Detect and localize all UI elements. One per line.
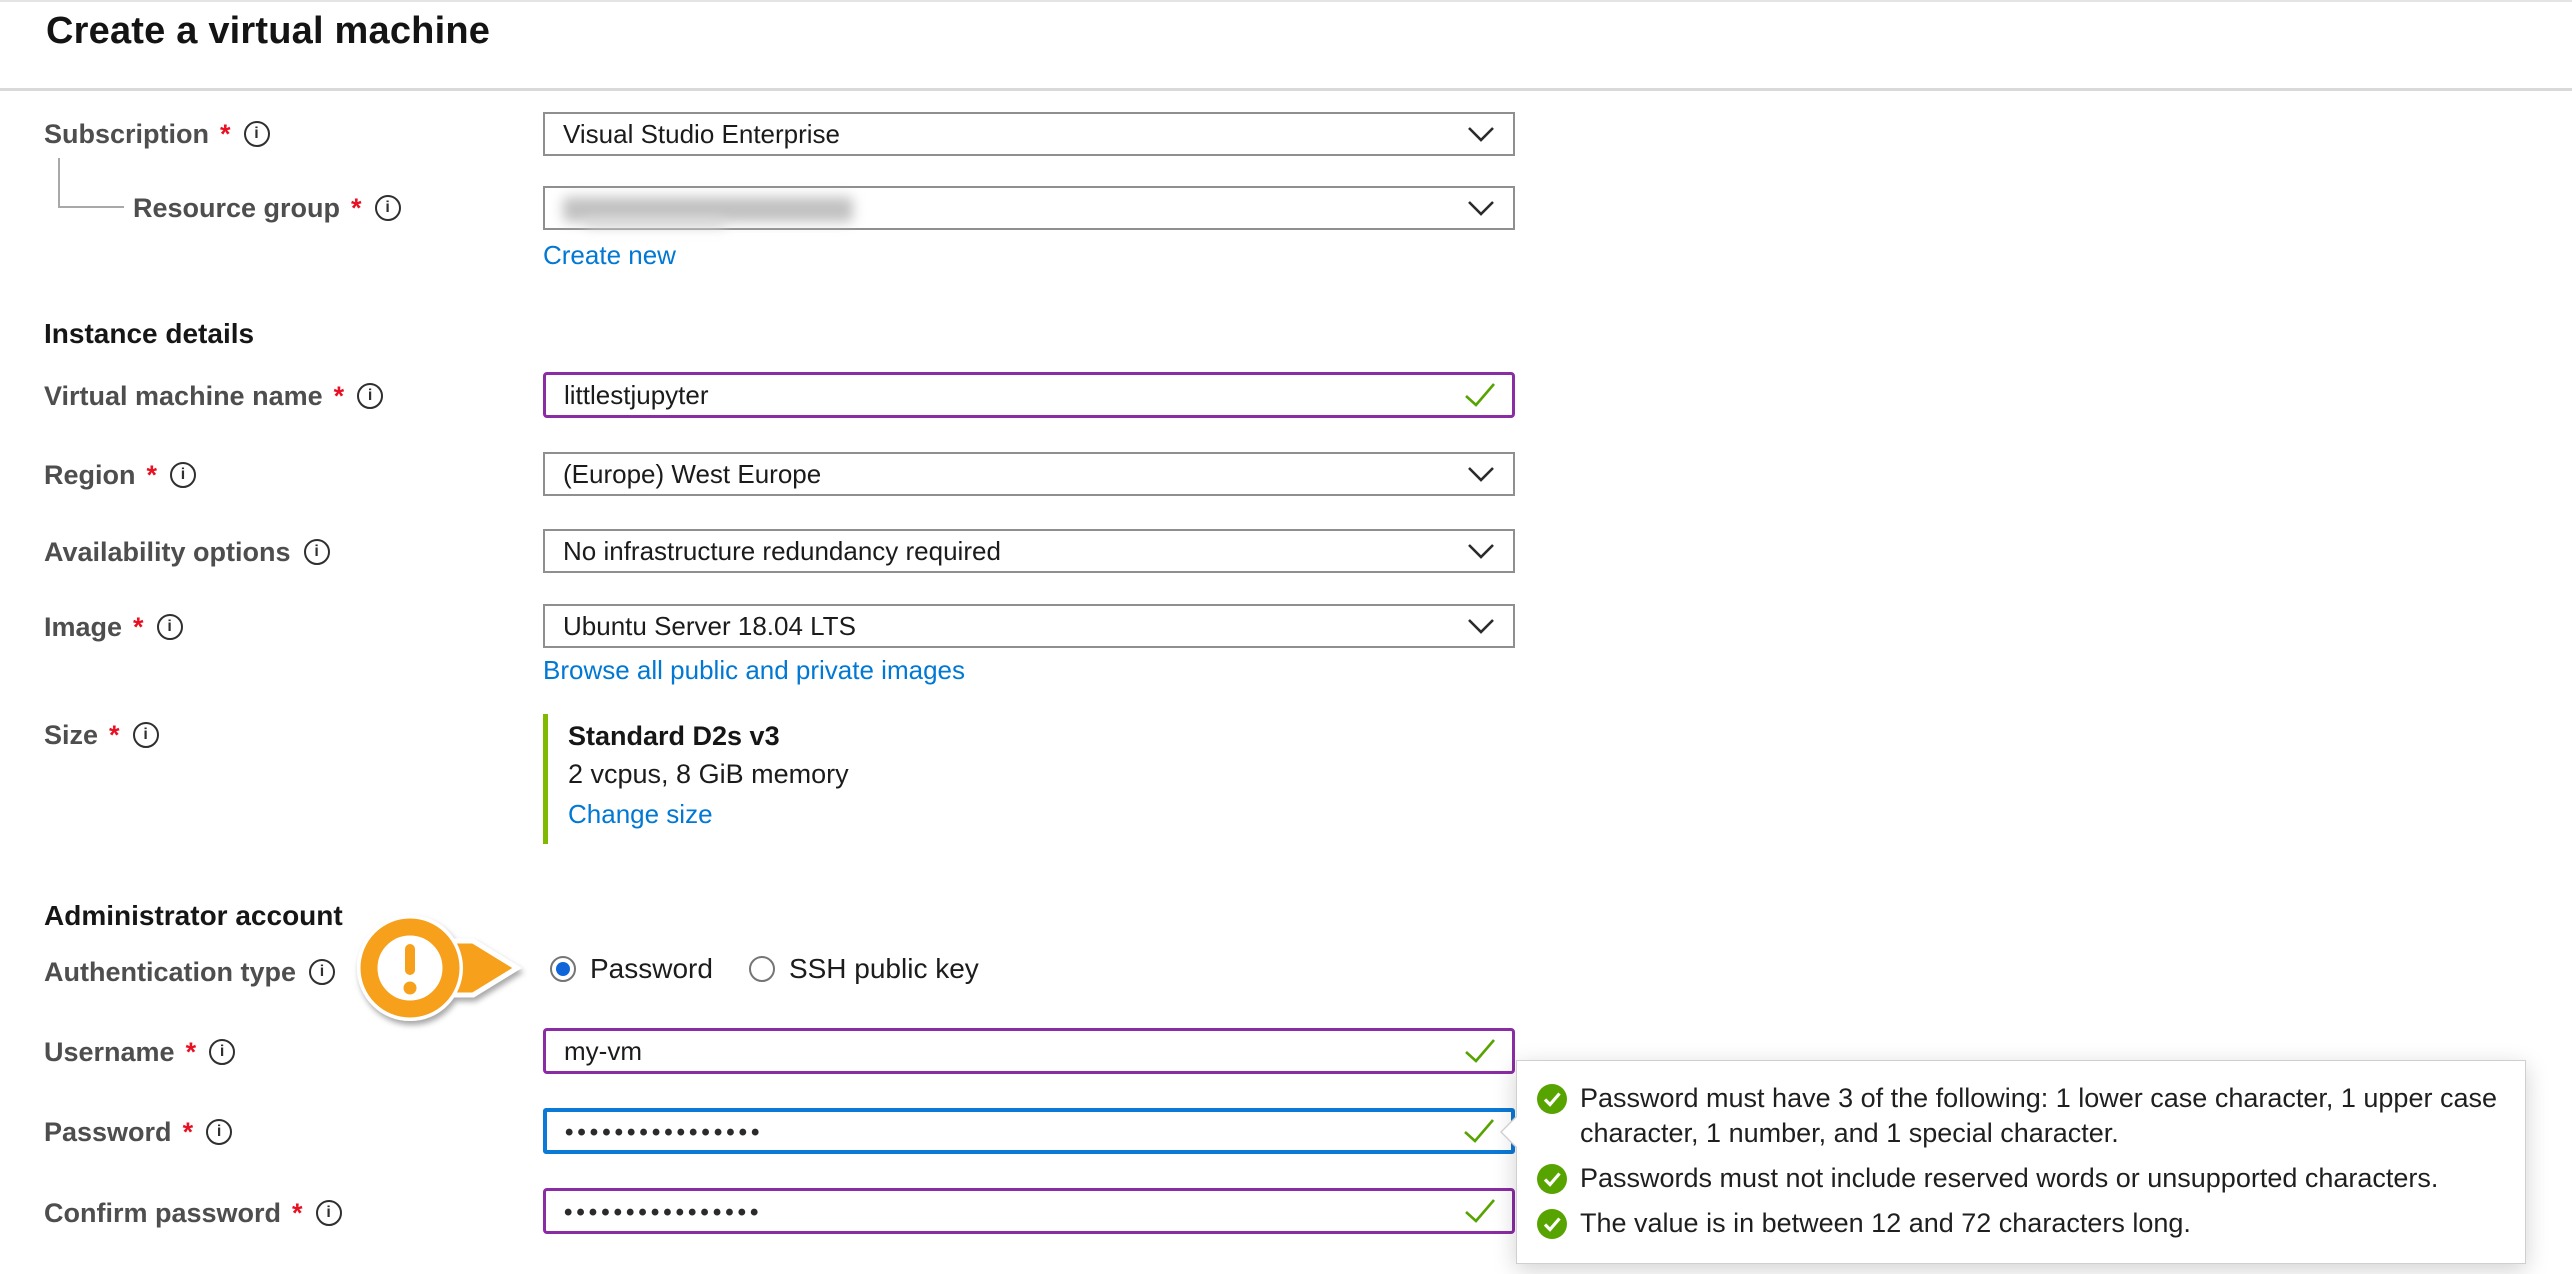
radio-ssh-public-key[interactable]: SSH public key: [749, 953, 979, 985]
check-circle-icon: [1537, 1209, 1567, 1239]
chevron-down-icon: [1467, 200, 1495, 216]
check-circle-icon: [1537, 1084, 1567, 1114]
instance-details-heading: Instance details: [44, 318, 254, 350]
confirm-password-input[interactable]: ••••••••••••••••: [543, 1188, 1515, 1234]
radio-password[interactable]: Password: [550, 953, 713, 985]
chevron-down-icon: [1467, 618, 1495, 634]
header-divider: [0, 88, 2572, 91]
username-label: Username * i: [44, 1035, 235, 1069]
info-icon[interactable]: i: [206, 1119, 232, 1145]
warning-arrow-icon: [352, 908, 532, 1034]
change-size-link[interactable]: Change size: [568, 794, 1243, 834]
chevron-down-icon: [1467, 466, 1495, 482]
password-label: Password * i: [44, 1115, 232, 1149]
confirm-password-label: Confirm password * i: [44, 1196, 342, 1230]
check-circle-icon: [1537, 1164, 1567, 1194]
password-input[interactable]: ••••••••••••••••: [543, 1108, 1515, 1154]
page-title: Create a virtual machine: [46, 10, 490, 53]
info-icon[interactable]: i: [375, 195, 401, 221]
radio-unselected-icon: [749, 956, 775, 982]
size-label: Size * i: [44, 718, 159, 752]
required-marker: *: [334, 379, 345, 413]
browse-images-link[interactable]: Browse all public and private images: [543, 655, 965, 686]
info-icon[interactable]: i: [309, 959, 335, 985]
availability-options-label: Availability options i: [44, 535, 330, 569]
required-marker: *: [133, 610, 144, 644]
window-top-edge: [0, 0, 2572, 2]
create-vm-page: Create a virtual machine Subscription * …: [0, 0, 2572, 1274]
size-name: Standard D2s v3: [568, 718, 1243, 754]
authentication-type-label: Authentication type i: [44, 955, 335, 989]
info-icon[interactable]: i: [357, 383, 383, 409]
valid-check-icon: [1463, 1118, 1495, 1144]
create-new-link[interactable]: Create new: [543, 240, 676, 271]
vm-name-label: Virtual machine name * i: [44, 379, 383, 413]
valid-check-icon: [1464, 1198, 1496, 1224]
required-marker: *: [186, 1035, 197, 1069]
size-specs: 2 vcpus, 8 GiB memory: [568, 754, 1243, 794]
info-icon[interactable]: i: [133, 722, 159, 748]
chevron-down-icon: [1467, 543, 1495, 559]
hierarchy-connector: [58, 206, 124, 208]
radio-selected-icon: [550, 956, 576, 982]
resource-group-label: Resource group * i: [133, 191, 401, 225]
required-marker: *: [147, 458, 158, 492]
authentication-type-radio-group: Password SSH public key: [550, 953, 979, 985]
required-marker: *: [351, 191, 362, 225]
required-marker: *: [220, 117, 231, 151]
region-label: Region * i: [44, 458, 196, 492]
info-icon[interactable]: i: [244, 121, 270, 147]
size-summary: Standard D2s v3 2 vcpus, 8 GiB memory Ch…: [543, 714, 1243, 844]
image-label: Image * i: [44, 610, 183, 644]
region-dropdown[interactable]: (Europe) West Europe: [543, 452, 1515, 496]
resource-group-dropdown[interactable]: [543, 186, 1515, 230]
info-icon[interactable]: i: [209, 1039, 235, 1065]
required-marker: *: [109, 718, 120, 752]
subscription-label: Subscription * i: [44, 117, 270, 151]
vm-name-input[interactable]: littlestjupyter: [543, 372, 1515, 418]
info-icon[interactable]: i: [170, 462, 196, 488]
tooltip-arrow: [1502, 1117, 1517, 1147]
chevron-down-icon: [1467, 126, 1495, 142]
requirement-item: The value is in between 12 and 72 charac…: [1537, 1206, 2501, 1241]
info-icon[interactable]: i: [304, 539, 330, 565]
requirement-item: Passwords must not include reserved word…: [1537, 1161, 2501, 1196]
required-marker: *: [292, 1196, 303, 1230]
password-requirements-tooltip: Password must have 3 of the following: 1…: [1516, 1060, 2526, 1264]
valid-check-icon: [1464, 1038, 1496, 1064]
subscription-dropdown[interactable]: Visual Studio Enterprise: [543, 112, 1515, 156]
availability-options-dropdown[interactable]: No infrastructure redundancy required: [543, 529, 1515, 573]
info-icon[interactable]: i: [316, 1200, 342, 1226]
image-dropdown[interactable]: Ubuntu Server 18.04 LTS: [543, 604, 1515, 648]
required-marker: *: [183, 1115, 194, 1149]
redacted-value: [585, 218, 725, 227]
username-input[interactable]: my-vm: [543, 1028, 1515, 1074]
hierarchy-connector: [58, 158, 60, 208]
requirement-item: Password must have 3 of the following: 1…: [1537, 1081, 2501, 1151]
valid-check-icon: [1464, 382, 1496, 408]
info-icon[interactable]: i: [157, 614, 183, 640]
administrator-account-heading: Administrator account: [44, 900, 343, 932]
